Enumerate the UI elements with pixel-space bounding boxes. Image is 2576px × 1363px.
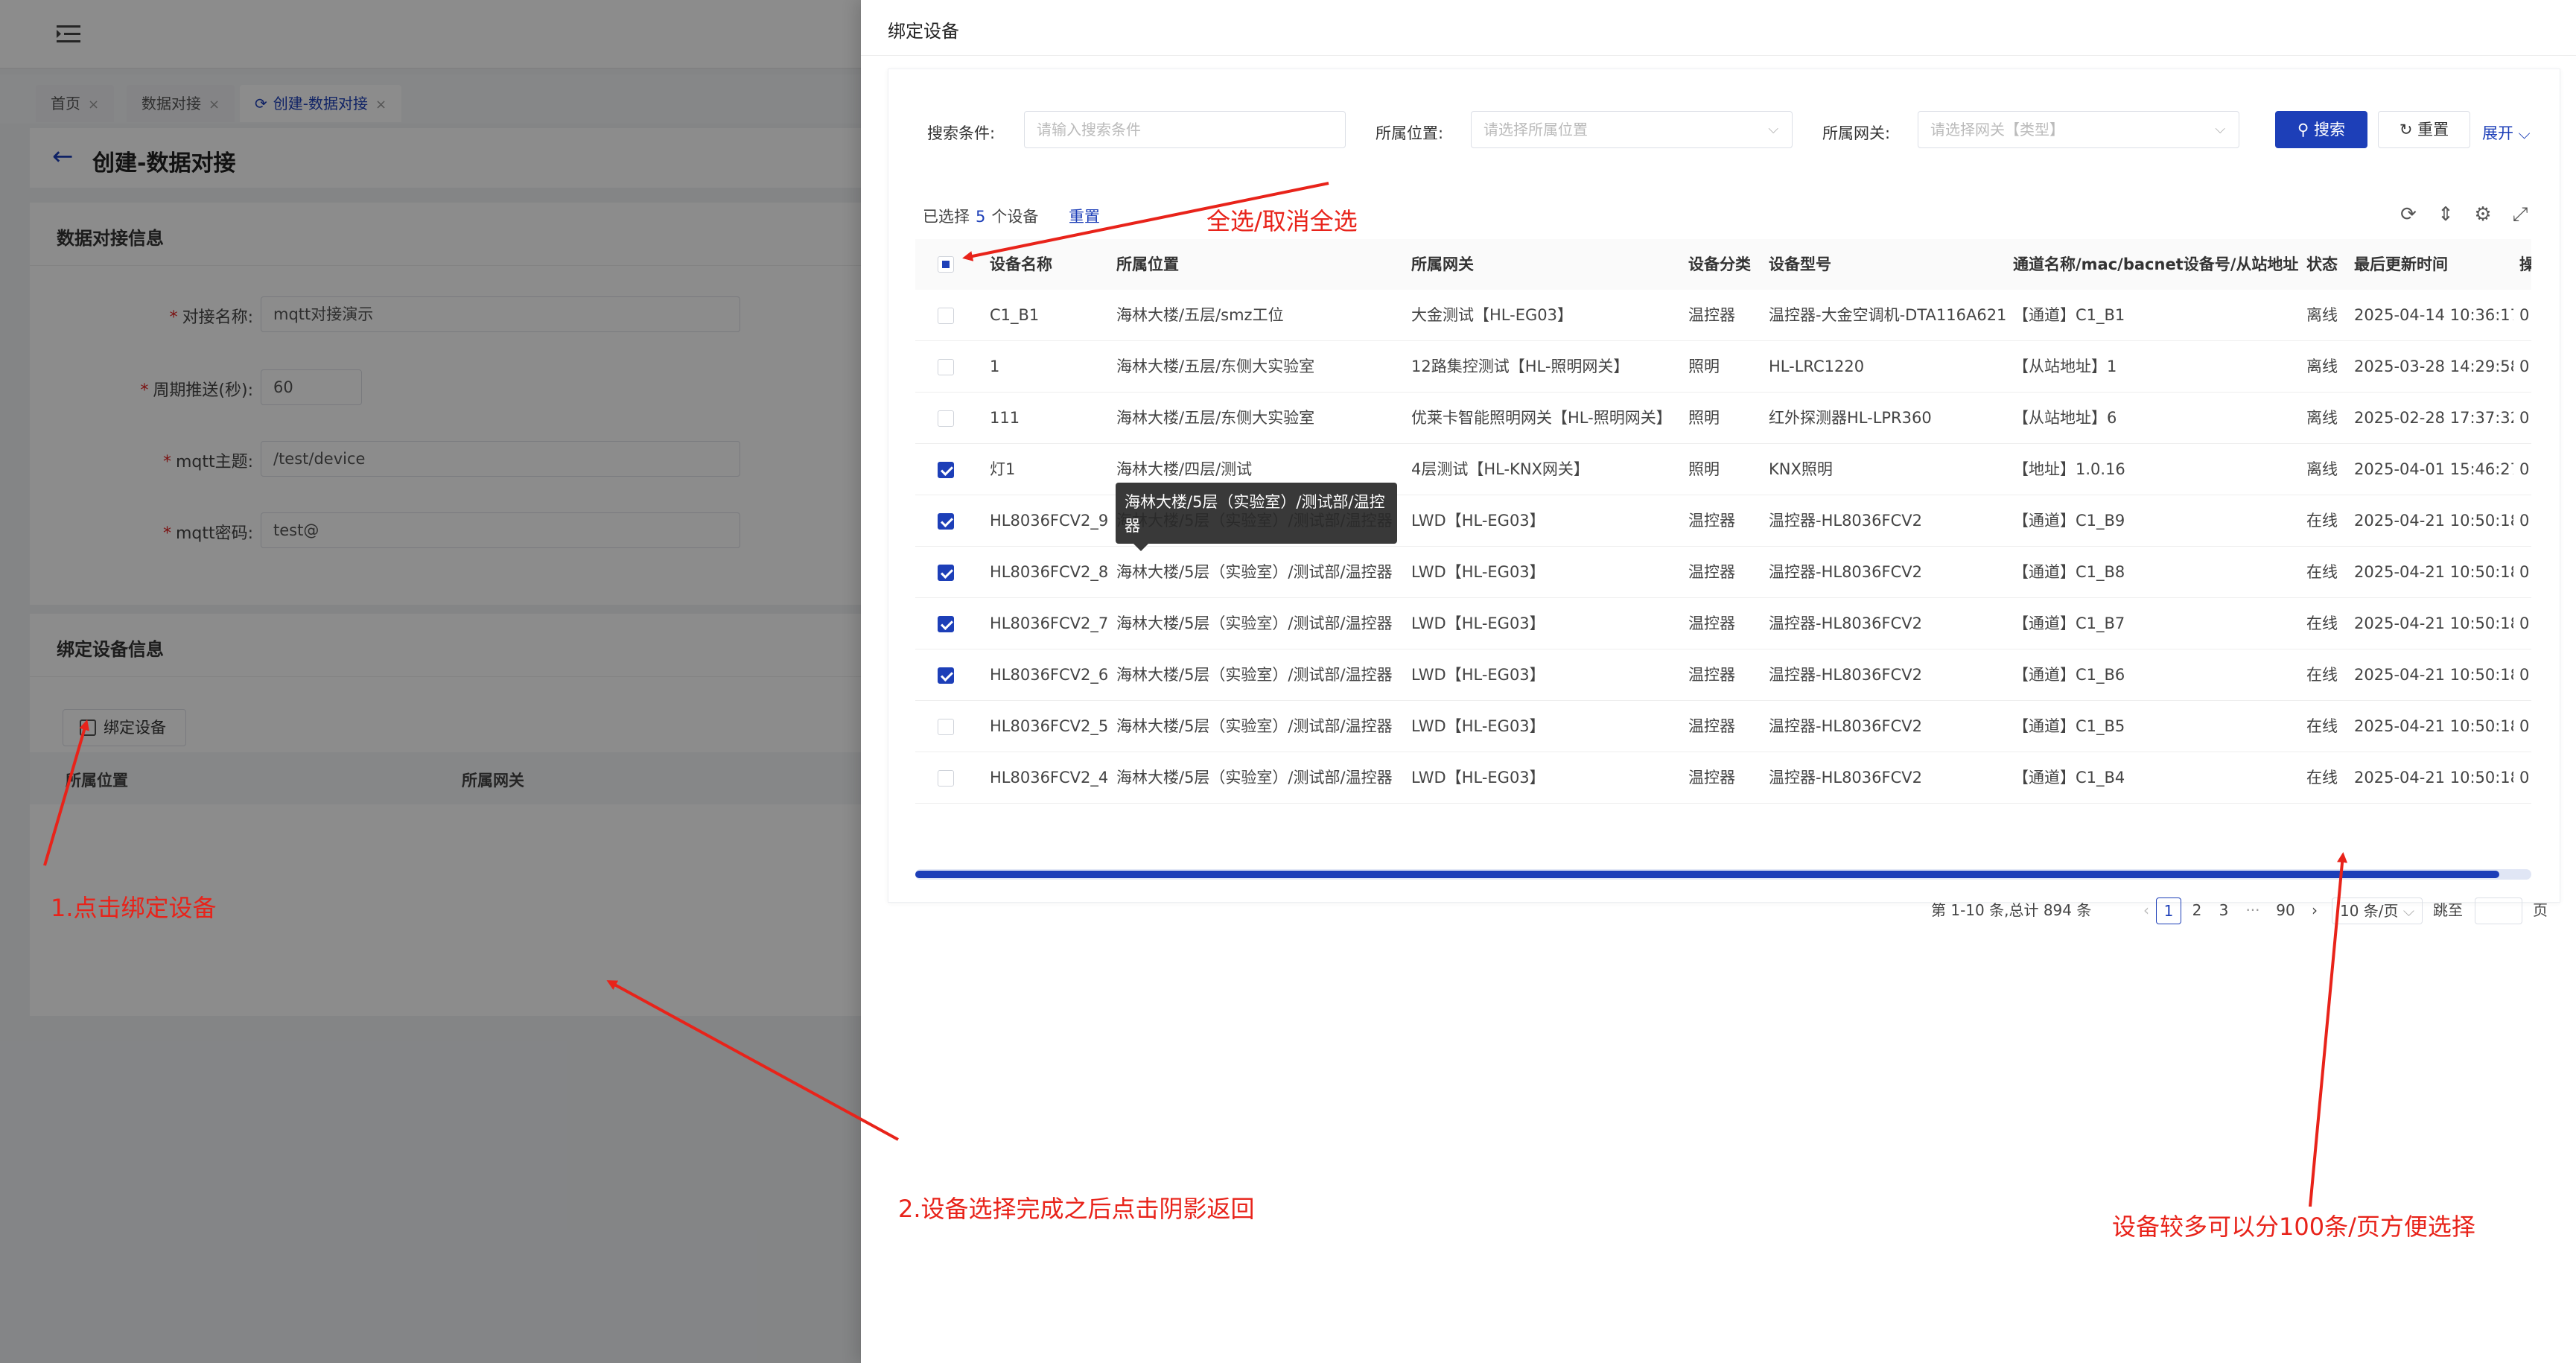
annotation-select-all: 全选/取消全选 [1206,207,1358,235]
annotation-step2: 2.设备选择完成之后点击阴影返回 [898,1195,1255,1223]
arrow-step1 [43,719,89,866]
arrow-step2 [606,980,899,1141]
arrow-page-size [2309,852,2348,1207]
annotation-page-size: 设备较多可以分100条/页方便选择 [2112,1213,2475,1241]
annotation-step1: 1.点击绑定设备 [51,894,217,922]
